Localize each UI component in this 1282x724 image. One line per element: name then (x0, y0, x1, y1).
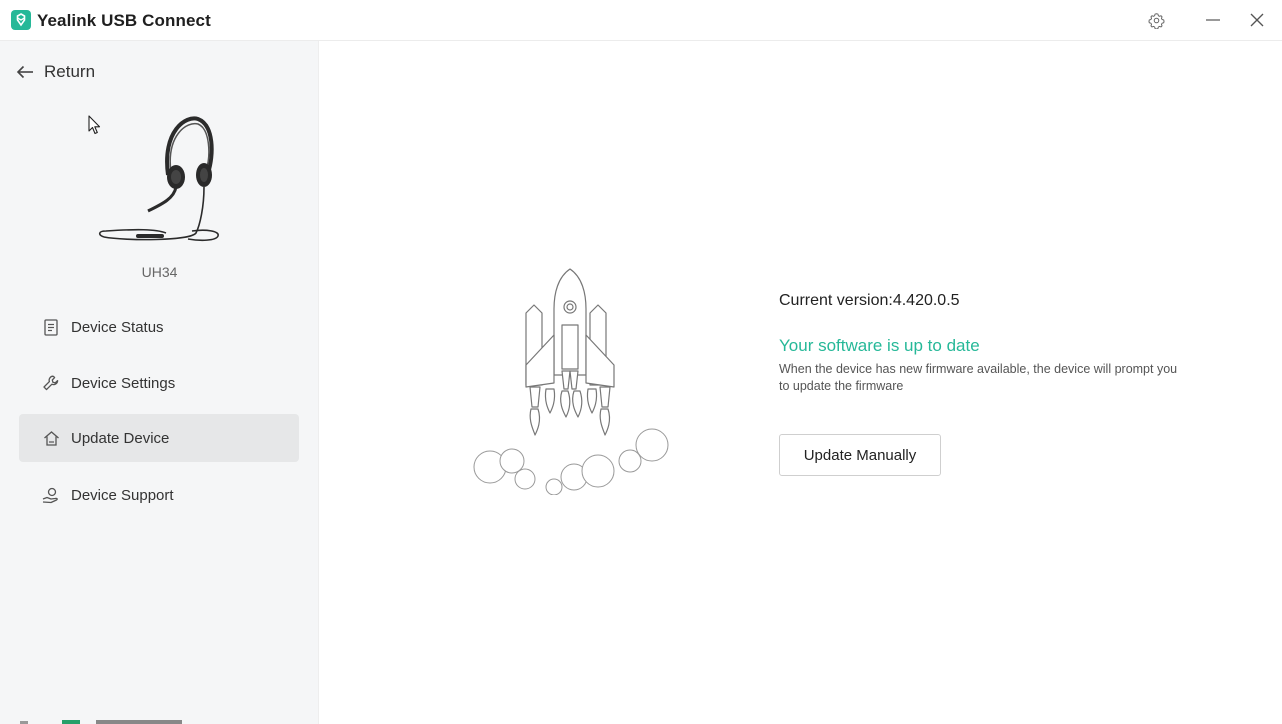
sidebar-item-device-settings[interactable]: Device Settings (19, 359, 299, 407)
sidebar-item-label: Device Status (71, 318, 164, 336)
settings-button[interactable] (1147, 11, 1165, 29)
minimize-button[interactable] (1204, 11, 1222, 29)
current-version: Current version:4.420.0.5 (779, 292, 960, 309)
update-status-title: Your software is up to date (779, 336, 980, 355)
sidebar-item-device-status[interactable]: Device Status (19, 303, 299, 351)
device-name: UH34 (141, 264, 178, 280)
update-status-description: When the device has new firmware availab… (779, 362, 1178, 393)
update-manually-button[interactable]: Update Manually (779, 434, 941, 476)
return-label: Return (44, 62, 96, 81)
close-button[interactable] (1248, 11, 1266, 29)
taskbar-edge (20, 720, 182, 724)
arrow-left-icon (16, 65, 33, 79)
gear-icon (1147, 12, 1165, 29)
sidebar-item-label: Device Settings (71, 374, 176, 392)
minimize-icon (1206, 19, 1220, 21)
headset-image (98, 116, 219, 242)
return-button[interactable]: Return (16, 61, 95, 83)
app-title: Yealink USB Connect (37, 11, 211, 30)
close-icon (1250, 13, 1264, 27)
mouse-cursor-icon (88, 115, 101, 135)
wrench-icon (41, 373, 61, 393)
yealink-logo-icon (11, 10, 31, 30)
document-icon (41, 317, 61, 337)
sidebar-item-label: Device Support (71, 486, 174, 504)
sidebar-item-label: Update Device (71, 429, 170, 447)
support-hand-icon (41, 485, 61, 505)
sidebar: Return UH34 Device Status Device Setting… (0, 41, 319, 724)
title-bar: Yealink USB Connect (0, 0, 1282, 41)
upload-house-icon (41, 428, 61, 448)
sidebar-item-update-device[interactable]: Update Device (19, 414, 299, 462)
rocket-launch-illustration (473, 268, 669, 495)
sidebar-item-device-support[interactable]: Device Support (19, 471, 299, 519)
